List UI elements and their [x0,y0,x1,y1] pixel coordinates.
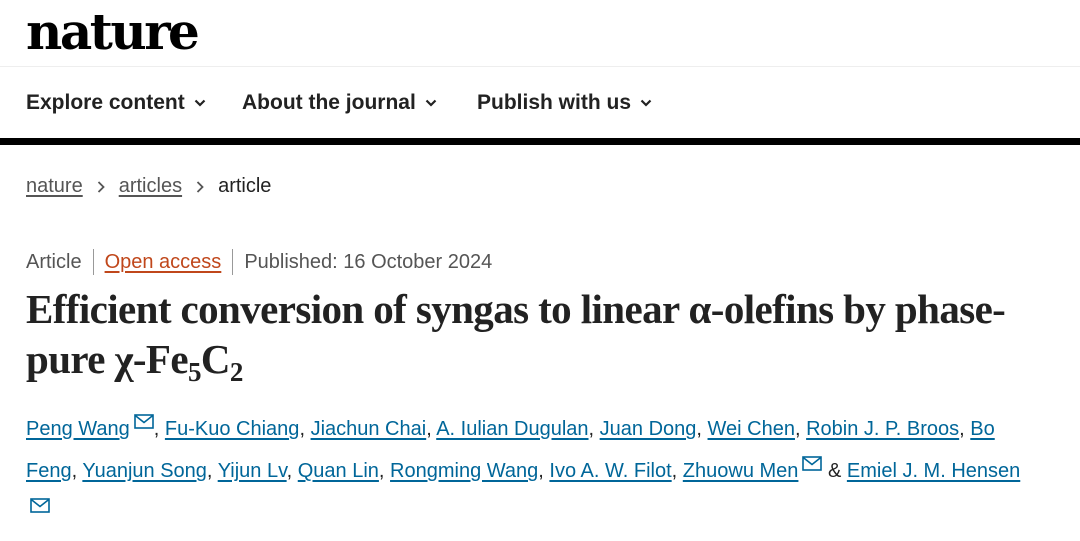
envelope-icon[interactable] [802,456,823,471]
open-access-link[interactable]: Open access [105,251,222,274]
breadcrumb-link-nature[interactable]: nature [26,175,83,198]
site-header: nature [0,0,1080,67]
article-meta: Article Open access Published: 16 Octobe… [26,249,492,275]
title-subscript: 5 [187,357,202,387]
nav-about-journal[interactable]: About the journal [242,91,437,115]
author-link[interactable]: Quan Lin [298,460,379,482]
chevron-down-icon [194,99,205,107]
author-link[interactable]: A. Iulian Dugulan [436,418,588,440]
author-list: Peng Wang, Fu-Kuo Chiang, Jiachun Chai, … [26,408,1036,534]
author-link[interactable]: Peng Wang [26,418,130,440]
article-title: Efficient conversion of syngas to linear… [26,284,1066,387]
envelope-icon[interactable] [133,414,154,429]
meta-divider [92,249,94,275]
published-date: Published: 16 October 2024 [244,250,493,273]
author-link[interactable]: Rongming Wang [390,460,538,482]
author-link[interactable]: Yijun Lv [218,460,287,482]
nav-label: Explore content [26,91,185,114]
author-link[interactable]: Wei Chen [708,418,795,440]
author-link[interactable]: Zhuowu Men [683,460,799,482]
nature-logo[interactable]: nature [26,4,200,60]
author-link[interactable]: Emiel J. M. Hensen [847,460,1020,482]
envelope-icon[interactable] [30,498,50,513]
author-link[interactable]: Fu-Kuo Chiang [165,418,300,440]
chevron-down-icon [640,99,652,107]
chevron-down-icon [425,99,437,107]
title-subscript: 2 [229,357,244,387]
main-nav: Explore content About the journal Publis… [0,67,1080,140]
author-link[interactable]: Jiachun Chai [311,418,427,440]
nav-explore-content[interactable]: Explore content [26,91,206,115]
nav-divider [0,138,1080,145]
meta-divider [232,249,234,275]
nav-label: About the journal [242,91,416,114]
author-link[interactable]: Juan Dong [600,418,697,440]
title-text: C [200,336,231,382]
author-link[interactable]: Ivo A. W. Filot [549,460,671,482]
nav-publish-with-us[interactable]: Publish with us [477,91,652,115]
chevron-right-icon [196,180,204,193]
author-link[interactable]: Robin J. P. Broos [806,418,959,440]
author-link[interactable]: Yuanjun Song [82,460,207,482]
breadcrumb-current: article [218,175,272,197]
title-text: Efficient conversion of syngas to linear… [26,286,1006,382]
article-type: Article [26,250,82,273]
nav-label: Publish with us [477,91,632,114]
breadcrumb-link-articles[interactable]: articles [119,175,182,198]
chevron-right-icon [97,180,105,193]
breadcrumb: nature articles article [26,175,271,198]
